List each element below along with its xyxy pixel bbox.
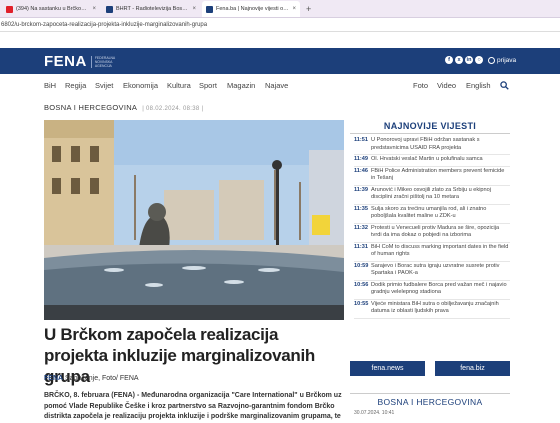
news-item[interactable]: 11:49 Ol. Hrvatski veslač Martin u polufi… — [354, 155, 510, 167]
logo-wordmark: FENA — [44, 53, 87, 70]
browser-tab[interactable]: (394) Na sastanku u Brčkom o × — [2, 1, 100, 17]
news-text: Ol. Hrvatski veslač Martin u polufinalu … — [371, 156, 483, 162]
article-date: | 08.02.2024. 08:38 | — [142, 106, 204, 112]
nav-item[interactable]: Najave — [265, 81, 288, 90]
nav-item[interactable]: Ekonomija — [123, 81, 158, 90]
login-label: prijava — [497, 57, 517, 64]
news-text: BiH CoM to discuss marking important dat… — [371, 243, 509, 258]
nav-item[interactable]: English — [466, 81, 491, 90]
news-item[interactable]: 10:59 Sarajevo i Borac sutra igraju uzvra… — [354, 262, 510, 281]
byline-source: FENA — [44, 375, 64, 382]
browser-tab[interactable]: Fena.ba | Najnovije vijesti o BiH × — [202, 1, 300, 17]
article-byline: FENA Saopćenje, Foto/ FENA — [44, 375, 139, 382]
news-time: 11:46 — [354, 167, 368, 174]
tab-label: Fena.ba | Najnovije vijesti o BiH — [216, 6, 290, 12]
news-time: 11:39 — [354, 186, 368, 193]
close-tab-icon[interactable]: × — [92, 6, 96, 12]
article-photo — [44, 120, 344, 320]
search-icon[interactable] — [500, 81, 509, 90]
news-time: 11:35 — [354, 205, 368, 212]
facebook-icon[interactable]: f — [445, 56, 453, 64]
close-tab-icon[interactable]: × — [292, 6, 296, 12]
article-lead: BRČKO, 8. februara (FENA) - Međunarodna … — [44, 392, 342, 420]
news-item[interactable]: 11:35 Sulja skoro za trećinu umanjila rod… — [354, 205, 510, 224]
news-time: 11:31 — [354, 243, 368, 250]
news-text: FBiH Police Administration members preve… — [371, 167, 505, 182]
section-label[interactable]: BOSNA I HERCEGOVINA — [44, 103, 137, 112]
logo-subtitle: FEDERALNA NOVINSKA AGENCIJA — [90, 55, 127, 68]
news-text: Sulja skoro za trećinu umanjila rod, ali… — [371, 205, 487, 220]
news-item[interactable]: 11:51 U Ponorovoj upravi FBiH održan sast… — [354, 136, 510, 155]
fena-biz-button[interactable]: fena.biz — [435, 361, 510, 376]
login-link[interactable]: prijava — [488, 57, 516, 64]
sidebar-section-date: 30.07.2024. 10:41 — [354, 410, 395, 416]
news-time: 10:56 — [354, 281, 369, 288]
news-time: 10:59 — [354, 262, 369, 269]
main-nav: BiH Regija Svijet Ekonomija Kultura Sport Maga… — [0, 76, 560, 94]
site-header: FENA FEDERALNA NOVINSKA AGENCIJA f x in ○ p… — [0, 48, 560, 74]
nav-item[interactable]: BiH — [44, 81, 56, 90]
news-text: Arunović i Mikeo osvojili zlato za Srbij… — [371, 186, 492, 201]
nav-item[interactable]: Svijet — [95, 81, 113, 90]
news-item[interactable]: 11:39 Arunović i Mikeo osvojili zlato za … — [354, 186, 510, 205]
partner-links: fena.news fena.biz — [350, 361, 510, 376]
fena-logo[interactable]: FENA FEDERALNA NOVINSKA AGENCIJA — [44, 53, 127, 70]
instagram-icon[interactable]: ○ — [475, 56, 483, 64]
news-time: 11:51 — [354, 137, 368, 143]
news-text: Protesti u Venecueli protiv Madura se ši… — [371, 224, 500, 239]
nav-item[interactable]: Regija — [65, 81, 86, 90]
latest-news-title: NAJNOVIJE VIJESTI — [383, 121, 477, 131]
close-tab-icon[interactable]: × — [192, 6, 196, 12]
linkedin-icon[interactable]: in — [465, 56, 473, 64]
news-item[interactable]: 11:46 FBiH Police Administration members … — [354, 167, 510, 186]
latest-news-list: 11:51 U Ponorovoj upravi FBiH održan sast… — [354, 136, 510, 319]
address-bar[interactable]: 6802/u-brckom-zapoceta-realizacija-proje… — [0, 18, 560, 32]
news-item[interactable]: 11:32 Protesti u Venecueli protiv Madura … — [354, 224, 510, 243]
fena-news-button[interactable]: fena.news — [350, 361, 425, 376]
nav-item[interactable]: Sport — [199, 81, 217, 90]
browser-tab[interactable]: BHRT - Radiotelevizija Bosne i × — [102, 1, 200, 17]
news-item[interactable]: 11:31 BiH CoM to discuss marking importan… — [354, 243, 510, 262]
nav-item[interactable]: Video — [437, 81, 456, 90]
nav-item[interactable]: Magazin — [227, 81, 255, 90]
tab-favicon-icon — [6, 5, 13, 13]
nav-item[interactable]: Kultura — [167, 81, 191, 90]
nav-item[interactable]: Foto — [413, 81, 428, 90]
social-links: f x in ○ — [445, 56, 483, 64]
news-text: Vijeće ministara BiH sutra o obilježavan… — [371, 300, 499, 315]
news-item[interactable]: 10:55 Vijeće ministara BiH sutra o obilje… — [354, 300, 510, 319]
x-icon[interactable]: x — [455, 56, 463, 64]
byline-credit: Saopćenje, Foto/ FENA — [63, 375, 139, 382]
tab-label: BHRT - Radiotelevizija Bosne i — [116, 6, 190, 12]
tab-favicon-icon — [206, 5, 213, 13]
new-tab-button[interactable]: + — [306, 4, 311, 14]
tab-favicon-icon — [106, 5, 113, 13]
news-time: 10:55 — [354, 300, 369, 307]
user-icon — [488, 57, 495, 64]
article-section: BOSNA I HERCEGOVINA | 08.02.2024. 08:38 … — [44, 103, 203, 112]
news-text: U Ponorovoj upravi FBiH održan sastanak … — [371, 137, 480, 151]
news-time: 11:32 — [354, 224, 368, 231]
news-time: 11:49 — [354, 156, 368, 162]
news-text: Dodik primio fudbalere Borca pred važan … — [371, 281, 507, 296]
tab-label: (394) Na sastanku u Brčkom o — [16, 6, 90, 12]
news-item[interactable]: 10:56 Dodik primio fudbalere Borca pred v… — [354, 281, 510, 300]
divider — [350, 133, 510, 134]
sidebar-section-title: BOSNA I HERCEGOVINA — [350, 393, 510, 407]
browser-tab-bar: (394) Na sastanku u Brčkom o × BHRT - Radi… — [0, 0, 560, 18]
news-text: Sarajevo i Borac sutra igraju uzvratne s… — [371, 262, 500, 277]
